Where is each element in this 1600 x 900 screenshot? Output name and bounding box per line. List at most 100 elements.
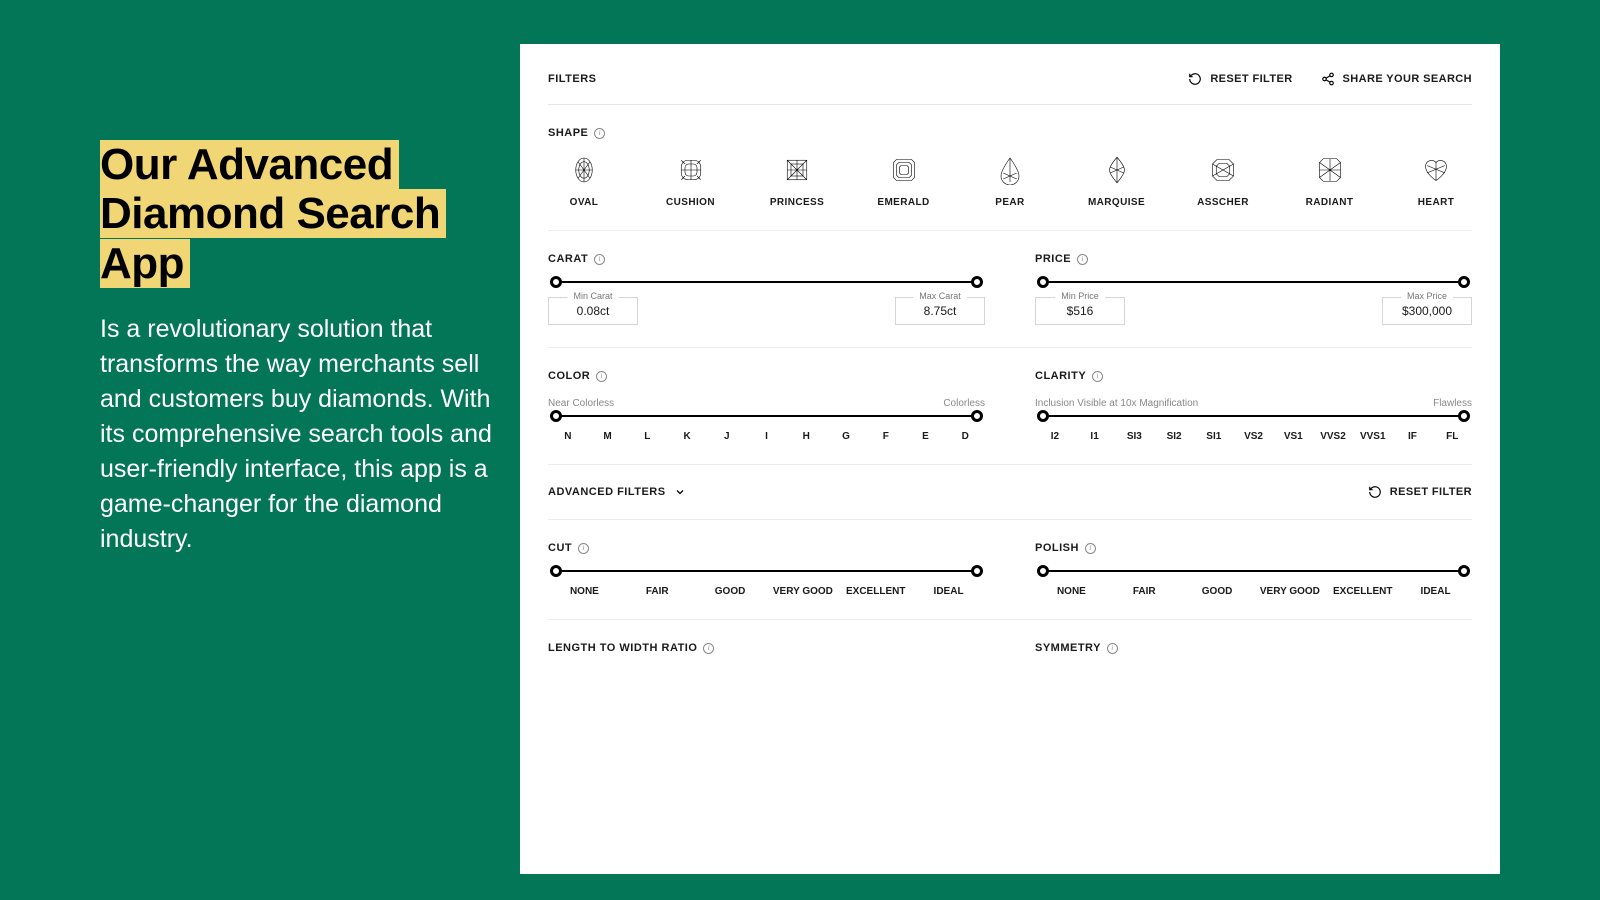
share-button[interactable]: SHARE YOUR SEARCH <box>1321 72 1472 86</box>
shape-cushion[interactable]: CUSHION <box>655 155 727 208</box>
max-label: Max Price <box>1401 291 1453 301</box>
carat-max-input[interactable]: Max Carat8.75ct <box>895 297 985 325</box>
share-icon <box>1321 72 1335 86</box>
scale-tick: FAIR <box>621 586 694 597</box>
info-icon[interactable]: i <box>594 254 605 265</box>
min-value: 0.08ct <box>563 304 623 318</box>
scale-tick: EXCELLENT <box>1326 586 1399 597</box>
asscher-icon <box>1208 155 1238 185</box>
max-value: $300,000 <box>1397 304 1457 318</box>
slider-handle-min[interactable] <box>1037 276 1049 288</box>
headline-line-1: Our Advanced <box>100 140 399 189</box>
min-value: $516 <box>1050 304 1110 318</box>
reset-filter-button[interactable]: RESET FILTER <box>1188 72 1292 86</box>
cut-scale: NONEFAIRGOODVERY GOODEXCELLENTIDEAL <box>548 586 985 597</box>
info-icon[interactable]: i <box>594 128 605 139</box>
shape-name: EMERALD <box>877 197 929 208</box>
info-icon[interactable]: i <box>1085 543 1096 554</box>
scale-tick: VS2 <box>1234 431 1274 442</box>
slider-handle-max[interactable] <box>1458 276 1470 288</box>
slider-handle-min[interactable] <box>550 565 562 577</box>
info-icon[interactable]: i <box>1092 371 1103 382</box>
price-slider[interactable] <box>1035 281 1472 283</box>
polish-slider[interactable] <box>1035 570 1472 572</box>
scale-tick: J <box>707 431 747 442</box>
slider-handle-min[interactable] <box>550 276 562 288</box>
scale-tick: FL <box>1432 431 1472 442</box>
price-max-input[interactable]: Max Price$300,000 <box>1382 297 1472 325</box>
color-slider[interactable] <box>548 415 985 417</box>
reset-filter-advanced-button[interactable]: RESET FILTER <box>1368 485 1472 499</box>
slider-handle-max[interactable] <box>971 410 983 422</box>
scale-tick: GOOD <box>694 586 767 597</box>
clarity-left-sub: Inclusion Visible at 10x Magnification <box>1035 398 1198 409</box>
clarity-slider[interactable] <box>1035 415 1472 417</box>
slider-handle-max[interactable] <box>1458 565 1470 577</box>
price-label: PRICE <box>1035 253 1071 265</box>
info-icon[interactable]: i <box>703 643 714 654</box>
slider-handle-max[interactable] <box>971 276 983 288</box>
cushion-icon <box>676 155 706 185</box>
price-min-input[interactable]: Min Price$516 <box>1035 297 1125 325</box>
shape-princess[interactable]: PRINCESS <box>761 155 833 208</box>
info-icon[interactable]: i <box>578 543 589 554</box>
max-value: 8.75ct <box>910 304 970 318</box>
shape-emerald[interactable]: EMERALD <box>868 155 940 208</box>
scale-tick: IF <box>1393 431 1433 442</box>
scale-tick: E <box>906 431 946 442</box>
shape-radiant[interactable]: RADIANT <box>1294 155 1366 208</box>
cut-label: CUT <box>548 542 572 554</box>
min-label: Min Price <box>1055 291 1105 301</box>
clarity-filter: CLARITYi Inclusion Visible at 10x Magnif… <box>1035 370 1472 442</box>
chevron-down-icon <box>674 486 686 498</box>
slider-handle-min[interactable] <box>550 410 562 422</box>
pear-icon <box>995 155 1025 185</box>
carat-label: CARAT <box>548 253 588 265</box>
info-icon[interactable]: i <box>596 371 607 382</box>
oval-icon <box>569 155 599 185</box>
carat-min-input[interactable]: Min Carat0.08ct <box>548 297 638 325</box>
scale-tick: I2 <box>1035 431 1075 442</box>
cut-slider[interactable] <box>548 570 985 572</box>
carat-filter: CARAT i Min Carat0.08ct Max Carat8.75ct <box>548 253 985 325</box>
scale-tick: VERY GOOD <box>766 586 839 597</box>
polish-label: POLISH <box>1035 542 1079 554</box>
info-icon[interactable]: i <box>1077 254 1088 265</box>
shape-name: MARQUISE <box>1088 197 1145 208</box>
slider-handle-min[interactable] <box>1037 565 1049 577</box>
advanced-filters-toggle[interactable]: ADVANCED FILTERS <box>548 486 686 498</box>
scale-tick: GOOD <box>1181 586 1254 597</box>
shape-asscher[interactable]: ASSCHER <box>1187 155 1259 208</box>
scale-tick: SI3 <box>1114 431 1154 442</box>
ratio-symmetry-section: LENGTH TO WIDTH RATIOi SYMMETRYi <box>548 620 1472 670</box>
slider-handle-max[interactable] <box>971 565 983 577</box>
scale-tick: L <box>627 431 667 442</box>
emerald-icon <box>889 155 919 185</box>
shape-oval[interactable]: OVAL <box>548 155 620 208</box>
shape-marquise[interactable]: MARQUISE <box>1081 155 1153 208</box>
radiant-icon <box>1315 155 1345 185</box>
share-label: SHARE YOUR SEARCH <box>1343 73 1472 85</box>
scale-tick: SI1 <box>1194 431 1234 442</box>
carat-price-section: CARAT i Min Carat0.08ct Max Carat8.75ct P… <box>548 231 1472 348</box>
slider-handle-min[interactable] <box>1037 410 1049 422</box>
shape-pear[interactable]: PEAR <box>974 155 1046 208</box>
scale-tick: I <box>747 431 787 442</box>
shape-heart[interactable]: HEART <box>1400 155 1472 208</box>
polish-scale: NONEFAIRGOODVERY GOODEXCELLENTIDEAL <box>1035 586 1472 597</box>
info-icon[interactable]: i <box>1107 643 1118 654</box>
carat-slider[interactable] <box>548 281 985 283</box>
scale-tick: VERY GOOD <box>1253 586 1326 597</box>
color-clarity-section: COLORi Near ColorlessColorless NMLKJIHGF… <box>548 348 1472 465</box>
color-right-sub: Colorless <box>943 398 985 409</box>
scale-tick: VVS2 <box>1313 431 1353 442</box>
scale-tick: IDEAL <box>912 586 985 597</box>
cut-polish-section: CUT i NONEFAIRGOODVERY GOODEXCELLENTIDEAL… <box>548 520 1472 620</box>
shape-label: SHAPE <box>548 127 588 139</box>
scale-tick: FAIR <box>1108 586 1181 597</box>
cut-filter: CUT i NONEFAIRGOODVERY GOODEXCELLENTIDEAL <box>548 542 985 597</box>
scale-tick: N <box>548 431 588 442</box>
slider-handle-max[interactable] <box>1458 410 1470 422</box>
shape-name: HEART <box>1418 197 1454 208</box>
filter-panel: FILTERS RESET FILTER SHARE YOUR SEARCH S… <box>520 44 1500 874</box>
